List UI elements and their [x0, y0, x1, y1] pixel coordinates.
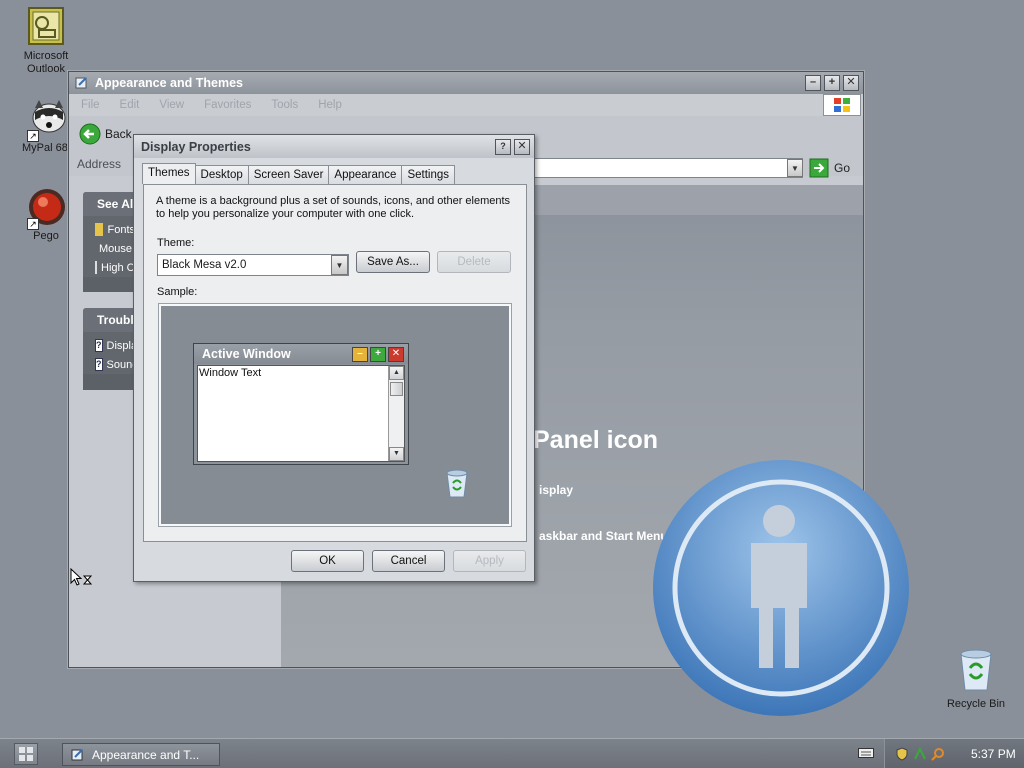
recycle-bin-icon — [955, 648, 997, 691]
clock[interactable]: 5:37 PM — [971, 747, 1016, 761]
maximize-button[interactable]: + — [824, 75, 840, 91]
search-icon[interactable] — [931, 747, 945, 761]
mypal-icon: ↗ — [25, 98, 67, 142]
sample-recycle-bin-icon — [443, 469, 471, 502]
keyboard-icon[interactable] — [858, 747, 874, 762]
system-tray: 5:37 PM — [884, 739, 1024, 768]
network-icon[interactable] — [913, 747, 927, 761]
desktop-icon-label: Recycle Bin — [946, 698, 1006, 710]
address-dropdown-button[interactable]: ▼ — [787, 159, 803, 177]
troubleshooter-item[interactable]: ?Sound — [95, 355, 135, 374]
tab-desktop[interactable]: Desktop — [194, 165, 249, 184]
go-arrow-icon — [809, 158, 829, 178]
scroll-thumb — [390, 382, 403, 396]
apply-button[interactable]: Apply — [453, 550, 526, 572]
see-also-item[interactable]: Mouse Pointers — [95, 239, 135, 258]
ok-button[interactable]: OK — [291, 550, 364, 572]
tab-themes[interactable]: Themes — [142, 163, 196, 184]
explorer-titlebar[interactable]: Appearance and Themes – + ✕ — [69, 72, 863, 94]
help-button[interactable]: ? — [495, 138, 511, 155]
close-button[interactable]: ✕ — [843, 75, 859, 91]
theme-select-value: Black Mesa v2.0 — [162, 259, 247, 271]
sample-scrollbar: ▲ ▼ — [388, 366, 404, 461]
minimize-button[interactable]: – — [805, 75, 821, 91]
theme-select[interactable]: Black Mesa v2.0 ▼ — [157, 254, 349, 276]
sample-window-title: Active Window — [202, 347, 291, 361]
busy-cursor-icon — [70, 567, 94, 593]
tab-appearance[interactable]: Appearance — [328, 165, 403, 184]
tab-screen-saver[interactable]: Screen Saver — [247, 165, 330, 184]
dialog-titlebar[interactable]: Display Properties ? ✕ — [134, 135, 534, 158]
troubleshooters-header[interactable]: Troubleshooters — [83, 308, 135, 332]
sample-label: Sample: — [157, 286, 198, 298]
menu-help[interactable]: Help — [318, 99, 342, 111]
taskbar: Appearance and T... 5:37 PM — [0, 738, 1024, 768]
delete-button[interactable]: Delete — [437, 251, 511, 273]
control-panel-icon — [75, 77, 87, 89]
desktop-icon-outlook[interactable]: Microsoft Outlook — [8, 6, 84, 76]
dialog-title: Display Properties — [141, 139, 251, 154]
address-label: Address — [77, 157, 122, 171]
menu-tools[interactable]: Tools — [271, 99, 298, 111]
troubleshooter-item[interactable]: ?Display — [95, 336, 135, 355]
help-icon: ? — [95, 339, 103, 352]
back-button[interactable]: Back — [79, 123, 132, 145]
troubleshooters-pane: Troubleshooters ?Display ?Sound — [83, 308, 135, 390]
maximize-icon: + — [370, 346, 386, 362]
see-also-pane: See Also Fonts Mouse Pointers High Contr… — [83, 192, 135, 292]
task-link-taskbar[interactable]: askbar and Start Menu — [539, 529, 668, 543]
go-button[interactable]: Go — [809, 158, 850, 178]
scroll-up-icon: ▲ — [389, 366, 404, 380]
taskbar-item-appearance-themes[interactable]: Appearance and T... — [62, 743, 220, 766]
save-as-button[interactable]: Save As... — [356, 251, 430, 273]
security-shield-icon[interactable] — [895, 747, 909, 761]
menu-favorites[interactable]: Favorites — [204, 99, 251, 111]
go-label: Go — [834, 161, 851, 175]
desktop-icon-label: MyPal 68 — [22, 142, 68, 154]
desktop-icon-label: Microsoft — [23, 50, 69, 62]
see-also-header[interactable]: See Also — [83, 192, 135, 216]
menu-bar: File Edit View Favorites Tools Help — [69, 94, 863, 116]
folder-icon — [95, 223, 104, 236]
task-link-display[interactable]: isplay — [539, 483, 573, 497]
shortcut-arrow-icon: ↗ — [27, 130, 39, 142]
menu-edit[interactable]: Edit — [120, 99, 140, 111]
sample-window-text: Window Text — [199, 367, 262, 379]
back-arrow-icon — [79, 123, 101, 145]
pego-icon: ↗ — [25, 186, 67, 230]
address-input[interactable] — [533, 158, 803, 178]
menu-view[interactable]: View — [159, 99, 184, 111]
chevron-down-icon[interactable]: ▼ — [331, 255, 348, 275]
help-icon: ? — [95, 358, 103, 371]
menu-file[interactable]: File — [81, 99, 100, 111]
tab-strip: Themes Desktop Screen Saver Appearance S… — [142, 163, 456, 184]
theme-sample-preview: Active Window – + ✕ Window Text ▲ ▼ — [158, 303, 512, 527]
see-also-item[interactable]: Fonts — [95, 220, 135, 239]
outlook-icon — [25, 6, 67, 48]
display-properties-dialog: Display Properties ? ✕ Themes Desktop Sc… — [133, 134, 535, 582]
desktop-icon-recycle-bin[interactable]: Recycle Bin — [938, 648, 1014, 711]
window-title: Appearance and Themes — [95, 76, 243, 90]
scroll-down-icon: ▼ — [389, 447, 404, 461]
minimize-icon: – — [352, 346, 368, 362]
themes-description: A theme is a background plus a set of so… — [156, 195, 511, 220]
themes-tab-panel: A theme is a background plus a set of so… — [143, 184, 527, 542]
theme-label: Theme: — [157, 237, 195, 249]
back-label: Back — [105, 127, 132, 141]
see-also-item[interactable]: High Contrast — [95, 258, 135, 277]
user-accounts-icon — [651, 458, 911, 721]
close-icon: ✕ — [388, 346, 404, 362]
taskbar-item-label: Appearance and T... — [92, 747, 200, 762]
contrast-icon — [95, 261, 97, 274]
sample-active-window: Active Window – + ✕ Window Text ▲ ▼ — [193, 343, 409, 465]
cancel-button[interactable]: Cancel — [372, 550, 445, 572]
pick-control-panel-heading: Panel icon — [533, 426, 659, 454]
shortcut-arrow-icon: ↗ — [27, 218, 39, 230]
close-button[interactable]: ✕ — [514, 138, 530, 155]
control-panel-icon — [71, 748, 83, 760]
tab-settings[interactable]: Settings — [401, 165, 456, 184]
windows-logo-icon — [823, 94, 861, 116]
start-button[interactable] — [14, 743, 38, 765]
